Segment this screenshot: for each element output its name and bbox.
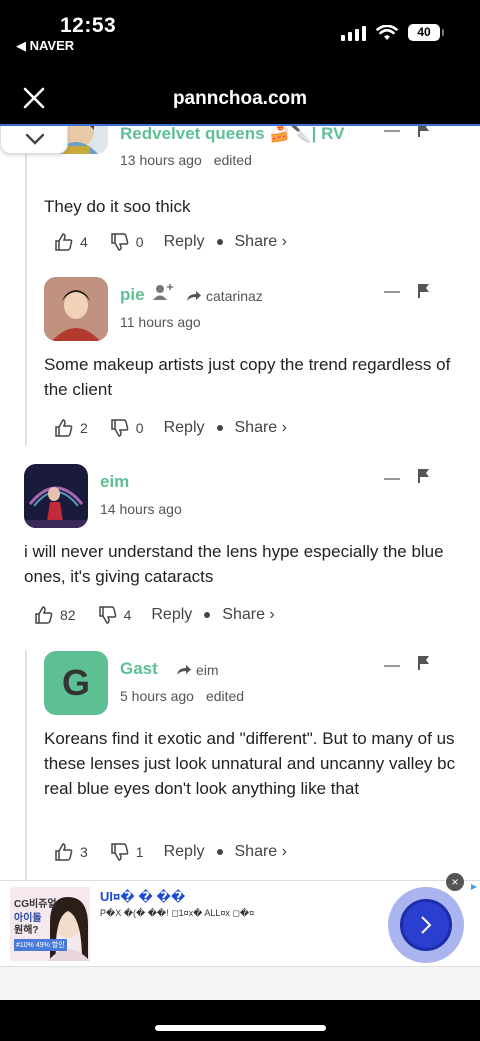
comment-item: G Gast eim 5 hours ago edited Koreans fin… (44, 651, 464, 871)
avatar-letter: G (61, 662, 90, 703)
page-title: pannchoa.com (172, 88, 308, 109)
thumbs-up-icon[interactable] (54, 232, 74, 252)
comment-actions: 4 0 Reply Share › (54, 232, 287, 252)
dislike-count: 1 (135, 844, 144, 860)
reply-arrow-icon (177, 665, 191, 675)
like-count: 2 (80, 420, 88, 436)
thread-line (25, 650, 27, 880)
share-button[interactable]: Share › (235, 843, 287, 861)
battery-icon: 40 (408, 24, 444, 41)
collapse-toggle[interactable] (0, 126, 68, 154)
comment-author[interactable]: pie (120, 285, 145, 305)
ad-title[interactable]: UI¤� � �� (100, 889, 185, 905)
comments-area[interactable]: Redvelvet queens 🍰🔪| RV 13 hours ago edit… (0, 126, 480, 880)
like-count: 4 (80, 234, 88, 250)
chevron-right-icon (421, 916, 432, 934)
flag-icon[interactable] (417, 126, 431, 138)
status-bar: 12:53 ◀ NAVER 40 pannchoa.com (0, 0, 480, 124)
comment-body: They do it soo thick (44, 197, 191, 216)
wifi-icon (376, 24, 398, 40)
thumbs-up-icon[interactable] (54, 842, 74, 862)
comment-item: eim 14 hours ago i will never understand… (24, 464, 464, 634)
ad-image[interactable]: CG비쥬얼 아이돌 원해? #10% 49% 할인 (10, 887, 90, 961)
thumbs-up-icon[interactable] (54, 418, 74, 438)
cell-signal-icon (341, 25, 366, 41)
comment-author[interactable]: Redvelvet queens 🍰🔪| RV (120, 126, 344, 144)
thread-line (25, 146, 27, 446)
comment-body: i will never understand the lens hype es… (24, 542, 444, 586)
ad-image-text: 원해? (14, 925, 39, 936)
avatar[interactable]: G (44, 651, 108, 715)
flag-icon[interactable] (417, 655, 431, 671)
comment-actions: 82 4 Reply Share › (34, 605, 275, 625)
comment-time[interactable]: 11 hours ago (120, 314, 201, 330)
comment-item: Redvelvet queens 🍰🔪| RV 13 hours ago edit… (44, 126, 464, 251)
status-icons: 40 (341, 24, 444, 41)
comment-time[interactable]: 5 hours ago (120, 688, 194, 704)
minimize-button[interactable] (384, 291, 400, 293)
separator-dot (216, 849, 223, 855)
dislike-count: 0 (135, 420, 144, 436)
thumbs-down-icon[interactable] (110, 232, 130, 252)
comment-body: Koreans find it exotic and "different". … (44, 729, 456, 798)
avatar[interactable] (44, 277, 108, 341)
comment-author[interactable]: Gast (120, 659, 158, 679)
edited-label: edited (205, 688, 245, 704)
separator-dot (216, 239, 223, 245)
flag-icon[interactable] (417, 468, 431, 484)
home-area (0, 1000, 480, 1041)
dislike-count: 0 (135, 234, 144, 250)
dislike-count: 4 (123, 607, 132, 623)
minimize-button[interactable] (384, 478, 400, 480)
add-user-icon[interactable] (152, 283, 174, 301)
thumbs-down-icon[interactable] (110, 418, 130, 438)
home-indicator[interactable] (155, 1025, 326, 1031)
separator-dot (216, 425, 223, 431)
reply-button[interactable]: Reply (151, 606, 192, 624)
ad-go-inner (400, 899, 452, 951)
reply-button[interactable]: Reply (164, 419, 205, 437)
reply-button[interactable]: Reply (164, 843, 205, 861)
ad-description[interactable]: P�X �(� ��! ◻1¤x� ALL¤x ◻�¤ (100, 908, 254, 919)
comment-actions: 3 1 Reply Share › (54, 842, 287, 862)
reply-to-name: catarinaz (206, 288, 263, 304)
thumbs-up-icon[interactable] (34, 605, 54, 625)
comment-meta: 13 hours ago edited (120, 152, 252, 168)
reply-to-name: eim (196, 662, 219, 678)
thumbs-down-icon[interactable] (98, 605, 118, 625)
back-to-app-link[interactable]: ◀ NAVER (16, 38, 74, 54)
share-button[interactable]: Share › (235, 233, 287, 251)
share-button[interactable]: Share › (235, 419, 287, 437)
comment-item: pie catarinaz 11 hours ago Some makeup a… (44, 277, 464, 447)
avatar[interactable] (24, 464, 88, 528)
ad-go-button[interactable] (388, 887, 464, 963)
minimize-button[interactable] (384, 665, 400, 667)
edited-label: edited (213, 152, 252, 168)
reply-to[interactable]: catarinaz (186, 288, 263, 304)
clock: 12:53 (60, 14, 117, 37)
share-button[interactable]: Share › (222, 606, 274, 624)
reply-arrow-icon (187, 291, 201, 301)
comment-time[interactable]: 14 hours ago (100, 501, 182, 517)
separator-dot (204, 612, 211, 618)
ad-banner[interactable]: CG비쥬얼 아이돌 원해? #10% 49% 할인 UI¤� � �� P�X … (0, 873, 480, 966)
thumbs-down-icon[interactable] (110, 842, 130, 862)
flag-icon[interactable] (417, 283, 431, 299)
browser-toolbar (0, 966, 480, 1000)
ad-choices-icon[interactable] (470, 883, 478, 891)
comment-meta: 5 hours ago edited (120, 688, 244, 704)
comment-author[interactable]: eim (100, 472, 129, 492)
reply-button[interactable]: Reply (164, 233, 205, 251)
like-count: 3 (80, 844, 88, 860)
minimize-button[interactable] (384, 130, 400, 132)
comment-time[interactable]: 13 hours ago (120, 152, 202, 168)
ad-close-button[interactable]: × (446, 873, 464, 891)
ad-image-text: CG비쥬얼 (14, 899, 57, 910)
comment-body: Some makeup artists just copy the trend … (44, 355, 451, 399)
ad-image-badge: #10% 49% 할인 (14, 939, 67, 951)
reply-to[interactable]: eim (176, 662, 219, 678)
chevron-down-icon (25, 133, 45, 145)
like-count: 82 (60, 607, 76, 623)
comment-actions: 2 0 Reply Share › (54, 418, 287, 438)
